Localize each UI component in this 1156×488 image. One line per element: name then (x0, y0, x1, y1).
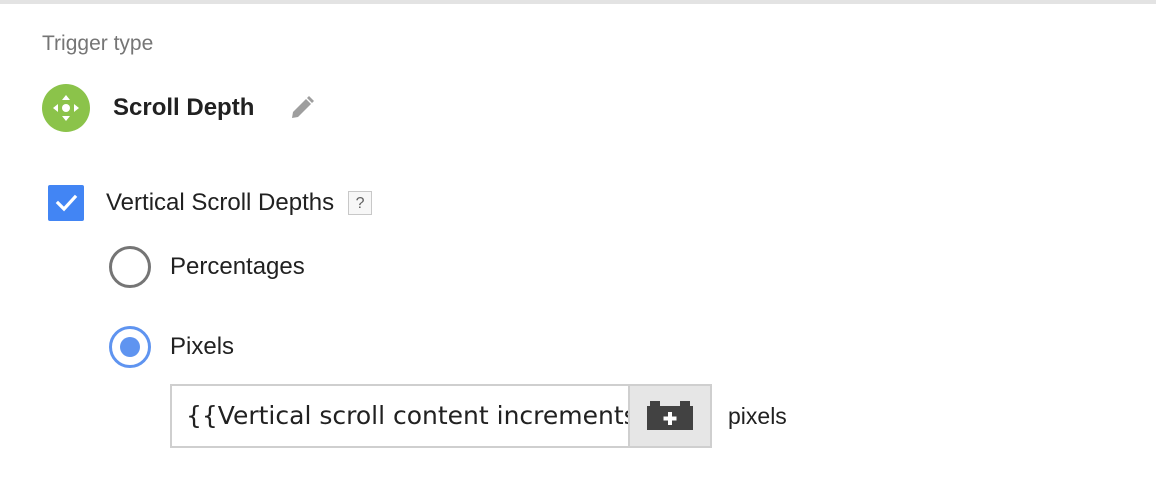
help-icon[interactable]: ? (348, 191, 373, 215)
top-divider (0, 0, 1156, 4)
vertical-scroll-depths-row: Vertical Scroll Depths ? (48, 185, 373, 221)
insert-variable-button[interactable] (628, 384, 712, 448)
trigger-config-panel: Trigger type Scroll Depth Vertical Scrol… (0, 0, 1156, 488)
pixels-unit-label: pixels (728, 403, 787, 429)
pixels-value-input[interactable]: {{Vertical scroll content increments}} (170, 384, 628, 448)
vertical-scroll-depths-checkbox[interactable] (48, 185, 84, 221)
pixels-radio[interactable] (109, 326, 151, 368)
percentages-radio[interactable] (109, 246, 151, 288)
trigger-type-name: Scroll Depth (113, 94, 255, 121)
move-arrows-icon (42, 84, 90, 132)
variable-brick-icon (647, 401, 693, 430)
section-label: Trigger type (42, 32, 154, 55)
vertical-scroll-depths-label: Vertical Scroll Depths (106, 189, 335, 216)
radio-option-pixels[interactable]: Pixels (109, 326, 234, 368)
pixels-input-row: {{Vertical scroll content increments}} p… (170, 384, 787, 448)
radio-selected-dot (120, 337, 140, 357)
pencil-icon[interactable] (288, 94, 316, 122)
radio-option-percentages[interactable]: Percentages (109, 246, 305, 288)
percentages-label: Percentages (170, 253, 305, 280)
trigger-type-row: Scroll Depth (42, 83, 316, 133)
check-icon (55, 194, 78, 212)
pixels-label: Pixels (170, 333, 235, 360)
